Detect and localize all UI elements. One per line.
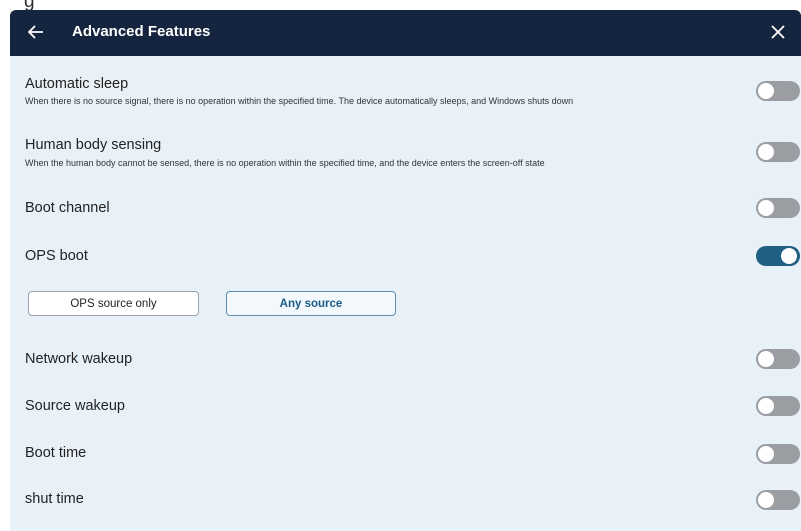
setting-label-source-wakeup: Source wakeup [25, 398, 125, 414]
setting-label-shut-time: shut time [25, 491, 84, 507]
toggle-knob [758, 200, 774, 216]
arrow-left-icon-glyph [27, 25, 43, 39]
setting-row-shut-time: shut time [10, 474, 801, 521]
setting-row-source-wakeup: Source wakeup [10, 380, 801, 427]
arrow-left-icon[interactable] [26, 21, 46, 45]
toggle-shut-time[interactable] [756, 490, 800, 510]
close-icon-glyph [771, 25, 785, 39]
setting-description-automatic-sleep: When there is no source signal, there is… [25, 96, 574, 106]
toggle-knob [758, 83, 774, 99]
setting-row-boot-time: Boot time [10, 427, 801, 474]
ops-source-only-button[interactable]: OPS source only [28, 291, 199, 316]
setting-label-network-wakeup: Network wakeup [25, 351, 133, 367]
dialog-title: Advanced Features [72, 23, 211, 40]
setting-label-human-body-sensing: Human body sensing [25, 137, 162, 153]
toggle-knob [758, 351, 774, 367]
toggle-knob [758, 492, 774, 508]
toggle-knob [758, 144, 774, 160]
setting-label-ops-boot: OPS boot [25, 248, 88, 264]
toggle-ops-boot[interactable] [756, 246, 800, 266]
close-icon[interactable] [765, 20, 791, 46]
setting-row-network-wakeup: Network wakeup [10, 333, 801, 380]
setting-row-automatic-sleep: Automatic sleep When there is no source … [10, 56, 801, 111]
toggle-boot-time[interactable] [756, 444, 800, 464]
toggle-knob [758, 446, 774, 462]
any-source-button[interactable]: Any source [226, 291, 396, 316]
background-window-text: g [24, 0, 36, 10]
toggle-source-wakeup[interactable] [756, 396, 800, 416]
setting-label-boot-channel: Boot channel [25, 200, 110, 216]
setting-label-boot-time: Boot time [25, 445, 87, 461]
advanced-features-dialog: Advanced Features Automatic sleep When t… [10, 10, 801, 531]
background-window-strip: g [0, 0, 801, 10]
setting-label-automatic-sleep: Automatic sleep [25, 76, 129, 92]
toggle-network-wakeup[interactable] [756, 349, 800, 369]
toggle-knob [758, 398, 774, 414]
setting-row-ops-boot: OPS boot [10, 221, 801, 269]
setting-row-human-body-sensing: Human body sensing When the human body c… [10, 111, 801, 173]
setting-description-human-body-sensing: When the human body cannot be sensed, th… [25, 158, 545, 168]
dialog-header: Advanced Features [10, 10, 801, 56]
toggle-human-body-sensing[interactable] [756, 142, 800, 162]
setting-row-boot-channel: Boot channel [10, 173, 801, 221]
toggle-knob [781, 248, 797, 264]
toggle-automatic-sleep[interactable] [756, 81, 800, 101]
toggle-boot-channel[interactable] [756, 198, 800, 218]
